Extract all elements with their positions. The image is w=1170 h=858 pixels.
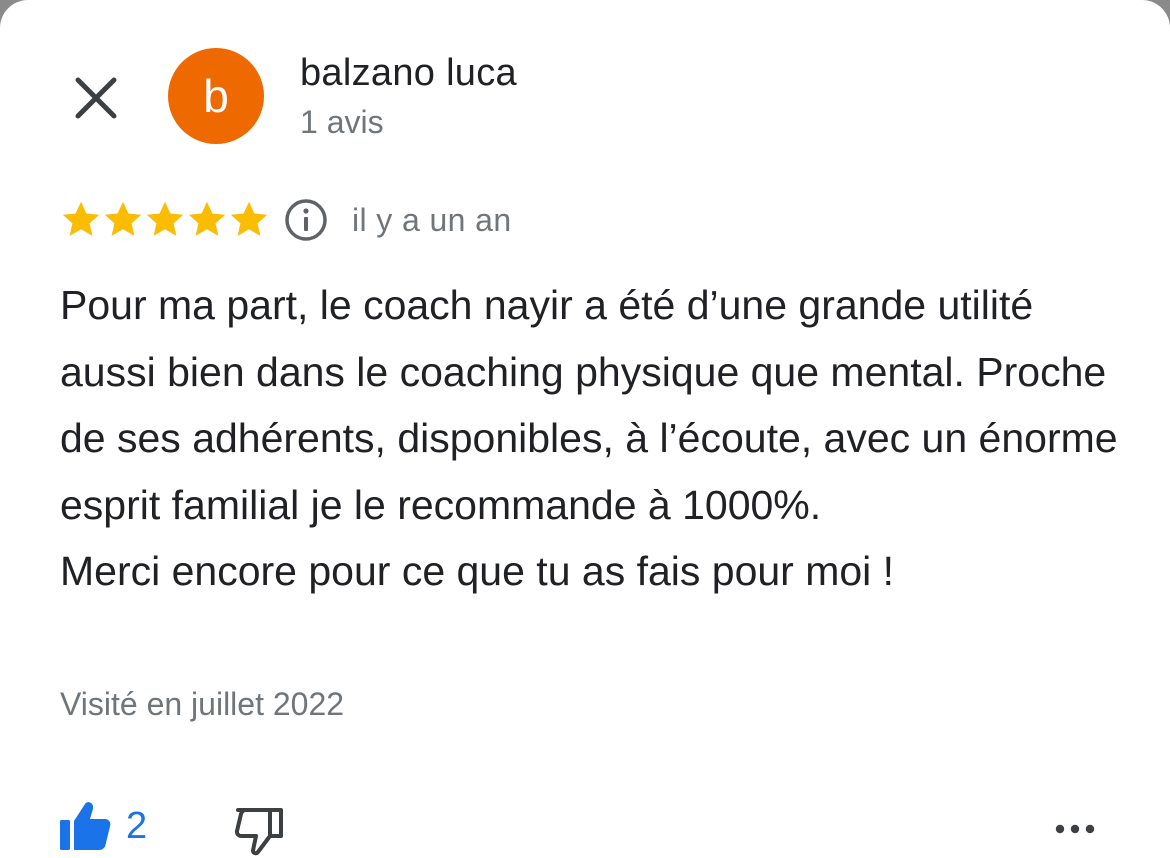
more-horizontal-icon <box>1055 824 1095 834</box>
thumbs-up-icon <box>60 802 111 850</box>
thumbs-down-icon <box>234 808 283 856</box>
dislike-button[interactable] <box>232 804 286 858</box>
like-button[interactable]: 2 <box>58 800 147 852</box>
star-icon <box>146 201 184 236</box>
review-paragraph: Pour ma part, le coach nayir a été d’une… <box>60 282 1118 528</box>
review-sheet: b balzano luca 1 avis il y a un an Pour … <box>0 0 1170 858</box>
close-button[interactable] <box>64 66 128 130</box>
action-bar: 2 <box>0 796 1170 858</box>
like-count: 2 <box>126 804 148 847</box>
review-paragraph: Merci encore pour ce que tu as fais pour… <box>60 548 895 594</box>
review-date: il y a un an <box>352 201 512 238</box>
author-review-count: 1 avis <box>300 104 384 140</box>
star-rating <box>60 199 270 241</box>
avatar-letter: b <box>203 70 229 122</box>
info-icon <box>285 199 327 241</box>
close-icon <box>75 77 117 119</box>
more-options-button[interactable] <box>1050 814 1100 844</box>
review-text: Pour ma part, le coach nayir a été d’une… <box>60 272 1140 605</box>
rating-row: il y a un an <box>60 196 512 244</box>
avatar[interactable]: b <box>168 48 264 144</box>
author-name[interactable]: balzano luca <box>300 52 517 95</box>
star-icon <box>230 201 268 236</box>
star-icon <box>188 201 226 236</box>
info-button[interactable] <box>282 196 330 244</box>
visit-date: Visité en juillet 2022 <box>60 686 345 722</box>
star-icon <box>62 201 100 236</box>
star-icon <box>104 201 142 236</box>
